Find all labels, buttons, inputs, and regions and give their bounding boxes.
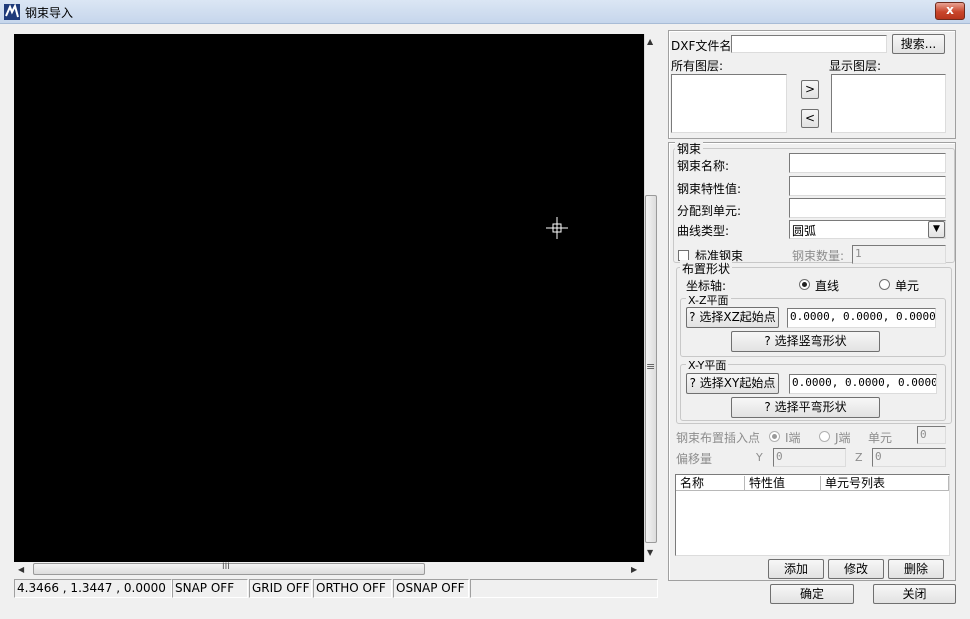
insert-point-label: 钢束布置插入点: [676, 431, 761, 445]
all-layers-list[interactable]: [671, 74, 787, 133]
tendon-property-label: 钢束特性值:: [677, 182, 742, 196]
curve-type-select[interactable]: 圆弧: [789, 220, 946, 239]
table-header-name[interactable]: 名称: [676, 476, 745, 491]
drawing-canvas[interactable]: [14, 34, 644, 562]
status-grid[interactable]: GRID OFF: [249, 579, 312, 598]
select-xy-start-button[interactable]: ? 选择XY起始点: [686, 373, 779, 394]
insert-element-input[interactable]: 0: [917, 426, 946, 444]
delete-button[interactable]: 删除: [888, 559, 944, 579]
dxf-file-input[interactable]: [731, 35, 887, 53]
close-window-button[interactable]: x: [935, 2, 965, 20]
select-horizontal-bend-button[interactable]: ? 选择平弯形状: [731, 397, 880, 418]
select-vertical-bend-button[interactable]: ? 选择竖弯形状: [731, 331, 880, 352]
offset-y-label: Y: [756, 451, 763, 464]
crosshair-cursor-icon: [546, 217, 568, 239]
shown-layers-list[interactable]: [831, 74, 946, 133]
scroll-right-icon[interactable]: ▶: [631, 565, 637, 575]
curve-type-label: 曲线类型:: [677, 224, 730, 238]
i-end-radio[interactable]: [769, 431, 780, 442]
status-ortho[interactable]: ORTHO OFF: [313, 579, 392, 598]
status-empty: [470, 579, 658, 598]
layout-shape-title: 布置形状: [680, 260, 733, 277]
offset-label: 偏移量: [676, 452, 713, 466]
i-end-label: I端: [785, 431, 801, 445]
xz-start-input[interactable]: 0.0000, 0.0000, 0.0000: [787, 308, 936, 328]
tendon-name-input[interactable]: [789, 153, 946, 173]
chevron-down-icon[interactable]: ▼: [928, 221, 945, 238]
axis-element-radio[interactable]: [879, 279, 890, 290]
axis-element-label: 单元: [895, 279, 920, 293]
ok-button[interactable]: 确定: [770, 584, 854, 604]
axis-line-radio[interactable]: [799, 279, 810, 290]
assign-element-label: 分配到单元:: [677, 204, 742, 218]
xy-plane-title: X-Y平面: [686, 357, 729, 373]
window-title: 钢束导入: [25, 6, 74, 20]
add-layer-button[interactable]: >: [801, 80, 819, 99]
table-header-elements[interactable]: 单元号列表: [821, 476, 949, 491]
j-end-radio[interactable]: [819, 431, 830, 442]
remove-layer-button[interactable]: <: [801, 109, 819, 128]
search-button[interactable]: 搜索...: [892, 34, 945, 54]
offset-z-label: Z: [855, 451, 863, 464]
tendon-count-label: 钢束数量:: [792, 249, 845, 263]
j-end-label: J端: [835, 431, 851, 445]
xz-plane-title: X-Z平面: [686, 292, 731, 308]
status-coordinates: 4.3466 , 1.3447 , 0.0000: [14, 579, 172, 598]
insert-element-label: 单元: [868, 431, 893, 445]
status-osnap[interactable]: OSNAP OFF: [393, 579, 469, 598]
app-icon: [4, 4, 20, 20]
modify-button[interactable]: 修改: [828, 559, 884, 579]
assign-element-input[interactable]: [789, 198, 946, 218]
scroll-grip-icon: III: [222, 562, 230, 572]
xy-start-input[interactable]: 0.0000, 0.0000, 0.0000: [789, 374, 937, 394]
tendon-name-label: 钢束名称:: [677, 159, 730, 173]
offset-z-input[interactable]: 0: [872, 448, 946, 467]
scroll-left-icon[interactable]: ◀: [18, 565, 24, 575]
tendon-group-title: 钢束: [675, 140, 704, 157]
scroll-grip-icon: ≡: [646, 360, 656, 373]
axis-line-label: 直线: [815, 279, 840, 293]
add-button[interactable]: 添加: [768, 559, 824, 579]
status-snap[interactable]: SNAP OFF: [172, 579, 248, 598]
dxf-file-label: DXF文件名:: [671, 39, 736, 53]
close-button[interactable]: 关闭: [873, 584, 956, 604]
tendon-count-input[interactable]: 1: [852, 245, 946, 264]
tendon-property-input[interactable]: [789, 176, 946, 196]
select-xz-start-button[interactable]: ? 选择XZ起始点: [686, 307, 779, 328]
scroll-down-icon[interactable]: ▼: [647, 548, 653, 558]
title-bar: [0, 0, 970, 24]
scroll-up-icon[interactable]: ▲: [647, 37, 653, 47]
shown-layers-label: 显示图层:: [829, 59, 882, 73]
offset-y-input[interactable]: 0: [773, 448, 846, 467]
table-header-property[interactable]: 特性值: [745, 476, 821, 491]
all-layers-label: 所有图层:: [671, 59, 724, 73]
